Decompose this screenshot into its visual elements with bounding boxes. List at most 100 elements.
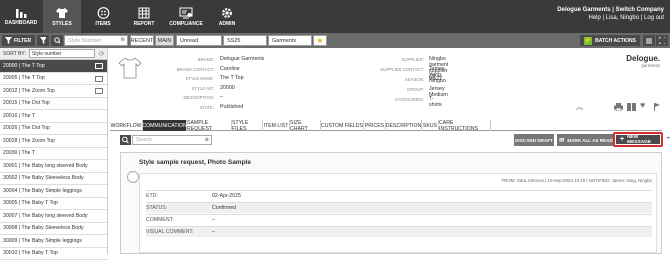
filter-button[interactable]: FILTER: [2, 35, 35, 46]
field-label: COMMENT:: [146, 217, 212, 223]
list-item[interactable]: 30009 | The Baby Simple leggings: [0, 235, 107, 248]
company-switcher[interactable]: Delogue Garments | Switch Company: [557, 6, 664, 14]
tab-style-files[interactable]: STYLE FILES: [232, 120, 263, 131]
main-button[interactable]: MAIN: [155, 35, 174, 46]
mark-all-read-button[interactable]: ✉ MARK ALL AS READ: [557, 134, 615, 146]
compliance-icon: [179, 7, 193, 19]
field-value: –: [212, 217, 215, 223]
list-item[interactable]: 30002 | The Baby Sleeveless Body: [0, 173, 107, 186]
tab-sample-request[interactable]: SAMPLE REQUEST: [187, 120, 232, 131]
field-value: 02-Apr-2025: [212, 193, 241, 199]
search-button[interactable]: [51, 35, 63, 46]
list-item[interactable]: 20016 | The T: [0, 110, 107, 123]
recent-button[interactable]: RECENT: [130, 35, 154, 46]
style-label: 30010 | The Baby T Top: [3, 250, 58, 256]
favorite-filter[interactable]: ★: [313, 35, 327, 46]
refresh-icon[interactable]: ⟳: [99, 50, 105, 58]
message-body: FROM: Sara Johnson | 10-Sep-2024 10:19 |…: [139, 173, 657, 253]
tab-communication[interactable]: COMMUNICATION: [143, 120, 187, 131]
style-label: 20012 | The Zoom Top: [3, 88, 55, 94]
style-number-search-input[interactable]: Style Number ⊗: [64, 35, 128, 46]
style-label: 20030 | The T: [3, 150, 35, 156]
list-item[interactable]: 30001 | The Baby long sleeved Body: [0, 160, 107, 173]
list-item[interactable]: 20012 | The Zoom Top: [0, 85, 107, 98]
style-label: 30005 | The Baby T Top: [3, 200, 58, 206]
nav-styles[interactable]: STYLES: [43, 0, 81, 33]
read-envelope-icon: ✉: [559, 137, 564, 144]
style-label: 20005 | The T Top: [3, 75, 45, 81]
list-item[interactable]: 20005 | The T Top: [0, 73, 107, 86]
heart-icon[interactable]: ♥: [640, 100, 645, 110]
message-title: Style sample request, Photo Sample: [139, 159, 251, 166]
detail-row: CATEGORIES:T-shirts: [110, 96, 410, 104]
bar-chart-icon: [15, 7, 27, 18]
tab-item-list[interactable]: ITEM LIST: [263, 120, 290, 131]
nav-items[interactable]: ITEMS: [84, 0, 122, 33]
detail-value: SS27: [429, 76, 442, 82]
expand-button[interactable]: [656, 35, 668, 46]
list-item[interactable]: 30005 | The Baby T Top: [0, 198, 107, 211]
detail-row: GROUP:Jersey Medium: [110, 86, 410, 94]
list-item[interactable]: 20026 | The Dot Top: [0, 123, 107, 136]
sort-bar: SORT BY: Style number ⟳: [0, 48, 107, 60]
tab-size-chart[interactable]: SIZE CHART: [290, 120, 321, 131]
style-label: 20016 | The T: [3, 113, 35, 119]
tab-skus[interactable]: SKUS: [422, 120, 439, 131]
brand-filter[interactable]: Garments: [268, 35, 312, 46]
batch-actions-button[interactable]: ⚡ BATCH ACTIONS: [580, 35, 640, 46]
search-button[interactable]: [120, 135, 131, 145]
list-view-button[interactable]: [643, 35, 655, 46]
style-tabs: WORKFLOWCOMMUNICATIONSAMPLE REQUESTSTYLE…: [110, 120, 662, 131]
detail-row: SEASON:SS27: [110, 76, 410, 84]
tab-care-instructions[interactable]: CARE INSTRUCTIONS: [439, 120, 491, 131]
gear-icon: [221, 7, 233, 19]
flag-icon[interactable]: [654, 103, 660, 111]
clear-icon[interactable]: ⊗: [120, 37, 125, 43]
list-item[interactable]: 20015 | The Dot Top: [0, 98, 107, 111]
collapse-chevron-icon[interactable]: ︽: [576, 102, 583, 112]
lightning-icon: ⚡: [584, 37, 592, 45]
search-icon: [120, 135, 131, 145]
saved-filter-button[interactable]: [37, 35, 49, 46]
message-search-input[interactable]: Search ⊗: [132, 135, 212, 145]
nav-dashboard[interactable]: DASHBOARD: [2, 0, 40, 33]
nav-compliance[interactable]: COMPLIANCE: [166, 0, 206, 33]
styles-list: 20000 | The T Top 20005 | The T Top 20012 …: [0, 60, 107, 260]
read-status-filter[interactable]: Unread: [176, 35, 222, 46]
field-label: ETD:: [146, 193, 212, 199]
list-item[interactable]: 20028 | The Zoom Top: [0, 135, 107, 148]
style-label: 20028 | The Zoom Top: [3, 138, 55, 144]
book-icon[interactable]: [627, 103, 636, 111]
style-label: 20026 | The Dot Top: [3, 125, 50, 131]
top-navigation-bar: DASHBOARD STYLES ITEMS REPORT COMPLIANCE…: [0, 0, 670, 33]
style-label: 30004 | The Baby Simple leggings: [3, 188, 82, 194]
detail-label: SUPPLIER CONTACT:: [354, 67, 424, 72]
new-message-button[interactable]: + NEW MESSAGE: [613, 132, 663, 147]
message-field-row: COMMENT:–: [146, 214, 652, 225]
nav-admin[interactable]: ADMIN: [208, 0, 246, 33]
style-label: 20015 | The Dot Top: [3, 100, 50, 106]
list-item[interactable]: 30004 | The Baby Simple leggings: [0, 185, 107, 198]
user-links[interactable]: Help | Lisa, Ningbo | Log out: [557, 14, 664, 22]
sort-select[interactable]: Style number: [29, 49, 95, 58]
table-icon: [138, 7, 150, 19]
season-filter[interactable]: SS25: [223, 35, 267, 46]
envelope-icon: [95, 76, 103, 82]
list-item[interactable]: 30008 | The Baby Sleeveless Body: [0, 223, 107, 236]
discard-draft-button[interactable]: DISCARD DRAFT: [514, 134, 554, 146]
message-meta: FROM: Sara Johnson | 10-Sep-2024 10:19 |…: [502, 178, 653, 183]
funnel-icon: [5, 37, 12, 44]
tab-description[interactable]: DESCRIPTION: [386, 120, 422, 131]
nav-report[interactable]: REPORT: [125, 0, 163, 33]
tab-custom-fields[interactable]: CUSTOM FIELDS: [321, 120, 364, 131]
clear-icon[interactable]: ⊗: [205, 137, 209, 143]
plus-icon: +: [620, 136, 624, 143]
print-icon[interactable]: [614, 103, 623, 111]
list-item[interactable]: 30007 | The Baby long sleeved Body: [0, 210, 107, 223]
account-menu: Delogue Garments | Switch Company Help |…: [557, 6, 664, 22]
list-item[interactable]: 20000 | The T Top: [0, 60, 107, 73]
tab-prices[interactable]: PRICES: [364, 120, 386, 131]
list-item[interactable]: 20030 | The T: [0, 148, 107, 161]
tab-workflow[interactable]: WORKFLOW: [110, 120, 143, 131]
detail-value: T-shirts: [429, 96, 442, 108]
